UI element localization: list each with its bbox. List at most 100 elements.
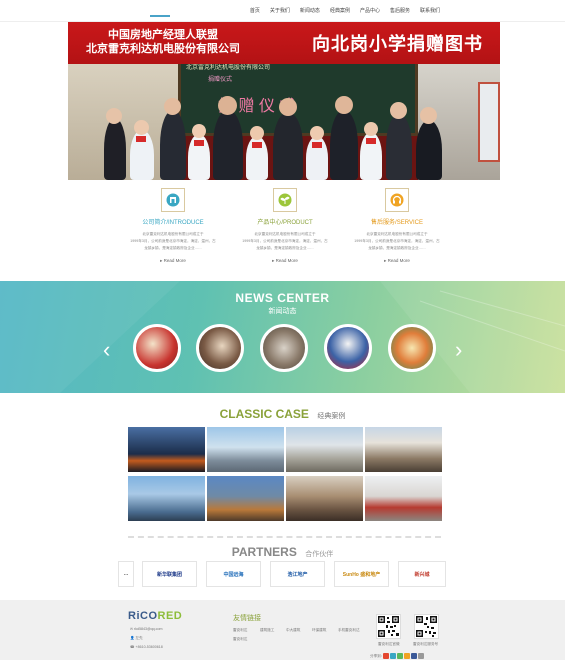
partners-title-en: PARTNERS	[231, 545, 297, 559]
section-divider	[128, 536, 441, 539]
friend-link[interactable]: 雷克利达	[233, 637, 247, 642]
footer-logo-main: RiCO	[128, 610, 158, 622]
service-columns: 公司简介/INTRODUCE 北京雷克利达机电股份有限公司成立于 1999年3月…	[110, 188, 460, 278]
read-more-label: Read More	[163, 258, 186, 263]
qr-caption: 雷克利达服务号	[413, 642, 439, 646]
share-qq-icon[interactable]	[390, 653, 396, 659]
partner-logo[interactable]: 新兴城	[398, 561, 446, 587]
chevron-left-icon[interactable]: ‹	[103, 339, 110, 361]
share-more-icon[interactable]	[418, 653, 424, 659]
share-qzone-icon[interactable]	[404, 653, 410, 659]
hero-banner-photo[interactable]: 北京雷克利达机电股份有限公司 捐赠仪式 捐 赠 仪 式 中国房地产经理人联盟 北…	[68, 22, 500, 180]
top-navbar: 首页 关于我们 新闻动态 经典案例 产品中心 售后服务 联系我们	[0, 0, 565, 22]
nav-service[interactable]: 售后服务	[385, 7, 415, 14]
logo-underline	[150, 15, 170, 17]
banner-line-2: 北京雷克利达机电股份有限公司	[86, 43, 240, 55]
email-text: rkd5843@qq.com	[134, 627, 163, 631]
chevron-right-icon[interactable]: ›	[455, 339, 462, 361]
partner-logo[interactable]: 新华联集团	[142, 561, 197, 587]
service-desc-2: 1999年3月，公司前身是北京市海淀，海淀，温州，古	[130, 239, 216, 243]
phone-text: +8610-53600618	[135, 645, 163, 649]
building-icon[interactable]	[161, 188, 185, 212]
case-photo[interactable]	[286, 427, 363, 472]
service-desc-1: 北京雷克利达机电股份有限公司成立于	[142, 232, 204, 236]
share-weibo-icon[interactable]	[383, 653, 389, 659]
footer-phone: ☎ +8610-53600618	[130, 645, 163, 649]
hero-people-group	[68, 96, 500, 180]
news-subtitle: 新闻动态	[268, 308, 297, 315]
share-renren-icon[interactable]	[411, 653, 417, 659]
banner-title: 向北岗小学捐赠图书	[312, 34, 483, 54]
service-desc-2: 1999年3月，公司前身是北京市海淀，海淀，温州，古	[242, 239, 328, 243]
service-product: 产品中心/PRODUCT 北京雷克利达机电股份有限公司成立于 1999年3月，公…	[230, 188, 340, 264]
case-photo[interactable]	[365, 476, 442, 521]
news-thumbnail[interactable]	[324, 324, 372, 372]
case-photo[interactable]	[128, 427, 205, 472]
service-desc-1: 北京雷克利达机电股份有限公司成立于	[366, 232, 428, 236]
nav-about[interactable]: 关于我们	[265, 7, 295, 14]
news-thumbnail[interactable]	[196, 324, 244, 372]
nav-news[interactable]: 新闻动态	[295, 7, 325, 14]
share-wechat-icon[interactable]	[397, 653, 403, 659]
headset-icon[interactable]	[385, 188, 409, 212]
partners-heading: PARTNERS 合作伙伴	[0, 543, 565, 561]
service-desc-3: 龙镇乡镇，是海淀镇政府及企业……	[256, 246, 314, 250]
read-more-link[interactable]: ▸ Read More	[230, 258, 340, 264]
service-desc-3: 龙镇乡镇，是海淀镇政府及企业……	[144, 246, 202, 250]
service-title[interactable]: 售后服务/SERVICE	[342, 217, 452, 226]
qr-code-service	[414, 614, 439, 639]
nav-contact[interactable]: 联系我们	[415, 7, 445, 14]
read-more-label: Read More	[275, 258, 298, 263]
case-photo[interactable]	[207, 476, 284, 521]
news-thumbnail[interactable]	[260, 324, 308, 372]
service-desc-2: 1999年3月，公司前身是北京市海淀，海淀，温州，古	[354, 239, 440, 243]
main-nav: 首页 关于我们 新闻动态 经典案例 产品中心 售后服务 联系我们	[245, 7, 445, 14]
share-icons	[383, 653, 424, 659]
case-gallery	[128, 427, 442, 521]
nav-cases[interactable]: 经典案例	[325, 7, 355, 14]
friend-link[interactable]: 手机雷克利达	[338, 628, 360, 633]
service-desc-1: 北京雷克利达机电股份有限公司成立于	[254, 232, 316, 236]
partner-logos: … 新华联集团 中国远海 浩江地产 SunHo 盛和地产 新兴城	[118, 561, 448, 588]
service-title[interactable]: 公司简介/INTRODUCE	[118, 217, 228, 226]
friend-link[interactable]: 建筑施工	[260, 628, 274, 633]
partner-logo[interactable]: 浩江地产	[270, 561, 325, 587]
case-photo[interactable]	[128, 476, 205, 521]
friend-link[interactable]: 中大建筑	[286, 628, 300, 633]
service-aftersales: 售后服务/SERVICE 北京雷克利达机电股份有限公司成立于 1999年3月，公…	[342, 188, 452, 264]
contact-text: 左先	[135, 636, 143, 640]
news-thumbnail[interactable]	[388, 324, 436, 372]
read-more-link[interactable]: ▸ Read More	[118, 258, 228, 264]
footer-email: ✉ rkd5843@qq.com	[130, 627, 163, 631]
partner-logo[interactable]: 中国远海	[206, 561, 261, 587]
read-more-label: Read More	[387, 258, 410, 263]
service-introduce: 公司简介/INTRODUCE 北京雷克利达机电股份有限公司成立于 1999年3月…	[118, 188, 228, 264]
case-photo[interactable]	[286, 476, 363, 521]
board-text-ceremony: 捐赠仪式	[208, 77, 233, 83]
partner-logo[interactable]: …	[118, 561, 134, 587]
friend-link[interactable]: 环保建筑	[312, 628, 326, 633]
classic-title-cn: 经典案例	[317, 413, 346, 420]
plant-icon[interactable]	[273, 188, 297, 212]
footer	[0, 600, 565, 660]
qr-code-wechat	[376, 614, 401, 639]
nav-home[interactable]: 首页	[245, 7, 265, 14]
service-title[interactable]: 产品中心/PRODUCT	[230, 217, 340, 226]
partner-logo[interactable]: SunHo 盛和地产	[334, 561, 389, 587]
news-center-section: NEWS CENTER 新闻动态 ‹ ›	[0, 281, 565, 393]
news-title: NEWS CENTER	[235, 291, 330, 305]
qr-caption: 雷克利达官微	[378, 642, 400, 646]
footer-contact-person: 👤 左先	[130, 636, 143, 640]
footer-logo-green: RED	[157, 610, 183, 622]
footer-logo[interactable]: RiCORED	[128, 610, 182, 622]
case-photo[interactable]	[365, 427, 442, 472]
news-thumbnail[interactable]	[133, 324, 181, 372]
classic-case-heading: CLASSIC CASE 经典案例	[0, 405, 565, 423]
classic-title-en: CLASSIC CASE	[219, 407, 309, 421]
friend-link[interactable]: 雷克利达	[233, 628, 247, 633]
partners-title-cn: 合作伙伴	[305, 551, 334, 558]
read-more-link[interactable]: ▸ Read More	[342, 258, 452, 264]
case-photo[interactable]	[207, 427, 284, 472]
service-desc-3: 龙镇乡镇，是海淀镇政府及企业……	[368, 246, 426, 250]
nav-products[interactable]: 产品中心	[355, 7, 385, 14]
